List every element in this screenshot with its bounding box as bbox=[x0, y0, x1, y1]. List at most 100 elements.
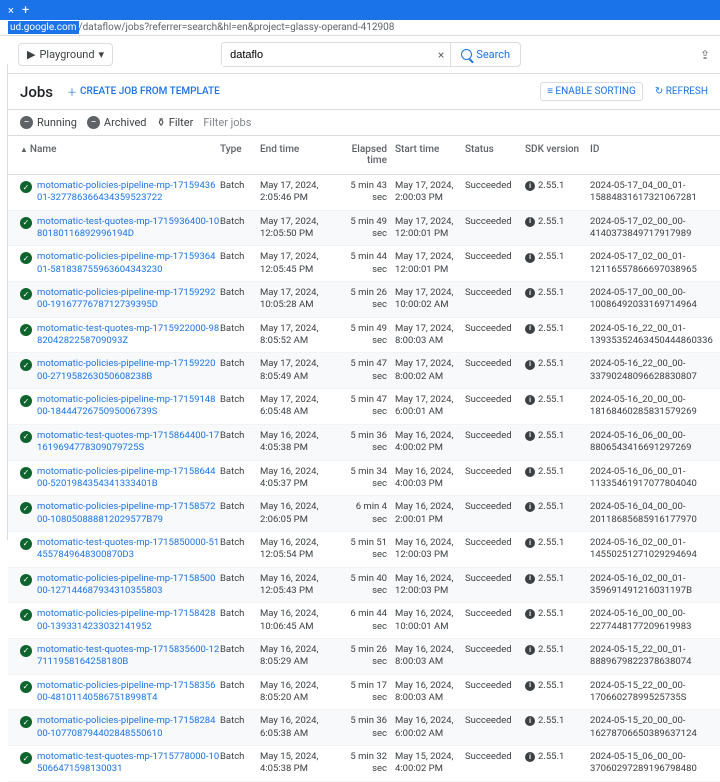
archived-filter[interactable]: − Archived bbox=[87, 116, 147, 129]
status-cell: Succeeded bbox=[465, 466, 525, 478]
elapsed-cell: 5 min 49 sec bbox=[340, 323, 395, 348]
table-row: ✓ motomatic-policies-pipeline-mp-17158428… bbox=[8, 603, 720, 639]
end-time-cell: May 16, 2024, 6:05:38 AM bbox=[260, 715, 340, 740]
job-link[interactable]: motomatic-test-quotes-mp-1715850000-5145… bbox=[37, 537, 220, 562]
job-link[interactable]: motomatic-policies-pipeline-mp-171583560… bbox=[37, 680, 220, 705]
id-cell: 2024-05-16_22_00_01-13935352463450444860… bbox=[590, 323, 720, 348]
job-link[interactable]: motomatic-policies-pipeline-mp-171592920… bbox=[37, 287, 220, 312]
enable-sorting-button[interactable]: ≡ ENABLE SORTING bbox=[540, 82, 643, 101]
info-icon[interactable]: i bbox=[525, 181, 535, 191]
sdk-cell: i2.55.1 bbox=[525, 715, 590, 727]
status-cell: Succeeded bbox=[465, 501, 525, 513]
filter-input[interactable]: Filter jobs bbox=[203, 116, 251, 129]
success-icon: ✓ bbox=[20, 574, 32, 586]
info-icon[interactable]: i bbox=[525, 253, 535, 263]
status-cell: Succeeded bbox=[465, 216, 525, 228]
job-link[interactable]: motomatic-policies-pipeline-mp-171591480… bbox=[37, 394, 220, 419]
elapsed-cell: 5 min 40 sec bbox=[340, 573, 395, 598]
success-icon: ✓ bbox=[20, 395, 32, 407]
table-row: ✓motomatic-test-quotes-mp-1715864400-171… bbox=[8, 425, 720, 461]
start-time-cell: May 17, 2024, 8:00:03 AM bbox=[395, 323, 465, 348]
start-time-cell: May 16, 2024, 10:00:01 AM bbox=[395, 608, 465, 633]
info-icon[interactable]: i bbox=[525, 395, 535, 405]
type-cell: Batch bbox=[220, 323, 260, 335]
info-icon[interactable]: i bbox=[525, 681, 535, 691]
info-icon[interactable]: i bbox=[525, 360, 535, 370]
minus-icon: − bbox=[87, 116, 100, 129]
job-link[interactable]: motomatic-policies-pipeline-mp-171593640… bbox=[37, 251, 220, 276]
success-icon: ✓ bbox=[20, 324, 32, 336]
job-link[interactable]: motomatic-policies-pipeline-mp-171585720… bbox=[37, 501, 220, 526]
env-dropdown[interactable]: ▶Playground▾ bbox=[18, 43, 113, 66]
job-link[interactable]: motomatic-policies-pipeline-mp-171586440… bbox=[37, 466, 220, 491]
running-filter[interactable]: − Running bbox=[20, 116, 77, 129]
info-icon[interactable]: i bbox=[525, 574, 535, 584]
sdk-cell: i2.55.1 bbox=[525, 216, 590, 228]
refresh-button[interactable]: ↻ REFRESH bbox=[655, 86, 708, 97]
search-icon bbox=[461, 49, 472, 60]
type-cell: Batch bbox=[220, 751, 260, 763]
status-cell: Succeeded bbox=[465, 430, 525, 442]
url-bar[interactable]: ud.google.com/dataflow/jobs?referrer=sea… bbox=[0, 20, 720, 36]
start-time-cell: May 16, 2024, 8:00:03 AM bbox=[395, 644, 465, 669]
job-link[interactable]: motomatic-policies-pipeline-mp-171582840… bbox=[37, 715, 220, 740]
id-cell: 2024-05-15_20_00_00-16278706650389637124 bbox=[590, 715, 720, 740]
start-time-cell: May 16, 2024, 4:00:03 PM bbox=[395, 466, 465, 491]
id-cell: 2024-05-17_04_00_01-15884831617321067281 bbox=[590, 180, 720, 205]
job-link[interactable]: motomatic-test-quotes-mp-1715778000-1050… bbox=[37, 751, 220, 776]
elapsed-cell: 5 min 47 sec bbox=[340, 394, 395, 419]
search-box[interactable]: × Search bbox=[221, 42, 521, 67]
job-link[interactable]: motomatic-test-quotes-mp-1715864400-1716… bbox=[37, 430, 220, 455]
create-job-link[interactable]: ＋ CREATE JOB FROM TEMPLATE bbox=[67, 84, 220, 99]
info-icon[interactable]: i bbox=[525, 467, 535, 477]
info-icon[interactable]: i bbox=[525, 431, 535, 441]
info-icon[interactable]: i bbox=[525, 288, 535, 298]
info-icon[interactable]: i bbox=[525, 217, 535, 227]
sdk-cell: i2.55.1 bbox=[525, 537, 590, 549]
table-row: ✓ motomatic-test-quotes-mp-1715936400-108… bbox=[8, 211, 720, 247]
sdk-cell: i2.55.1 bbox=[525, 394, 590, 406]
share-icon[interactable]: ⇪ bbox=[700, 48, 710, 62]
job-link[interactable]: motomatic-policies-pipeline-mp-171592200… bbox=[37, 358, 220, 383]
start-time-cell: May 16, 2024, 8:00:03 AM bbox=[395, 680, 465, 705]
info-icon[interactable]: i bbox=[525, 716, 535, 726]
search-button[interactable]: Search bbox=[450, 43, 520, 66]
job-link[interactable]: motomatic-test-quotes-mp-1715922000-9882… bbox=[37, 323, 220, 348]
job-link[interactable]: motomatic-test-quotes-mp-1715936400-1080… bbox=[37, 216, 220, 241]
info-icon[interactable]: i bbox=[525, 502, 535, 512]
sdk-cell: i2.55.1 bbox=[525, 251, 590, 263]
end-time-cell: May 17, 2024, 8:05:52 AM bbox=[260, 323, 340, 348]
start-time-cell: May 16, 2024, 12:00:03 PM bbox=[395, 537, 465, 562]
success-icon: ✓ bbox=[20, 609, 32, 621]
job-link[interactable]: motomatic-policies-pipeline-mp-171594360… bbox=[37, 180, 220, 205]
job-link[interactable]: motomatic-test-quotes-mp-1715835600-1271… bbox=[37, 644, 220, 669]
end-time-cell: May 17, 2024, 6:05:48 AM bbox=[260, 394, 340, 419]
info-icon[interactable]: i bbox=[525, 752, 535, 762]
id-cell: 2024-05-16_04_00_00-20118685685916177970 bbox=[590, 501, 720, 526]
start-time-cell: May 17, 2024, 12:00:01 PM bbox=[395, 251, 465, 276]
info-icon[interactable]: i bbox=[525, 324, 535, 334]
end-time-cell: May 16, 2024, 4:05:38 PM bbox=[260, 430, 340, 455]
new-tab[interactable]: + bbox=[22, 3, 29, 18]
info-icon[interactable]: i bbox=[525, 609, 535, 619]
clear-search-icon[interactable]: × bbox=[432, 48, 450, 62]
start-time-cell: May 17, 2024, 8:00:02 AM bbox=[395, 358, 465, 383]
success-icon: ✓ bbox=[20, 252, 32, 264]
end-time-cell: May 16, 2024, 10:06:45 AM bbox=[260, 608, 340, 633]
job-link[interactable]: motomatic-policies-pipeline-mp-171584280… bbox=[37, 608, 220, 633]
status-cell: Succeeded bbox=[465, 323, 525, 335]
start-time-cell: May 17, 2024, 10:00:02 AM bbox=[395, 287, 465, 312]
end-time-cell: May 17, 2024, 12:05:45 PM bbox=[260, 251, 340, 276]
success-icon: ✓ bbox=[20, 217, 32, 229]
filter-button[interactable]: ⚱ Filter bbox=[157, 116, 194, 129]
search-input[interactable] bbox=[222, 44, 432, 66]
end-time-cell: May 16, 2024, 12:05:43 PM bbox=[260, 573, 340, 598]
table-row: ✓motomatic-policies-pipeline-mp-17158572… bbox=[8, 496, 720, 532]
id-cell: 2024-05-15_22_00_00-17066027899525735S bbox=[590, 680, 720, 705]
info-icon[interactable]: i bbox=[525, 645, 535, 655]
elapsed-cell: 6 min 44 sec bbox=[340, 608, 395, 633]
start-time-cell: May 16, 2024, 12:00:03 PM bbox=[395, 573, 465, 598]
tab-close[interactable]: × bbox=[8, 4, 14, 17]
job-link[interactable]: motomatic-policies-pipeline-mp-171585000… bbox=[37, 573, 220, 598]
page-title: Jobs bbox=[20, 83, 53, 101]
